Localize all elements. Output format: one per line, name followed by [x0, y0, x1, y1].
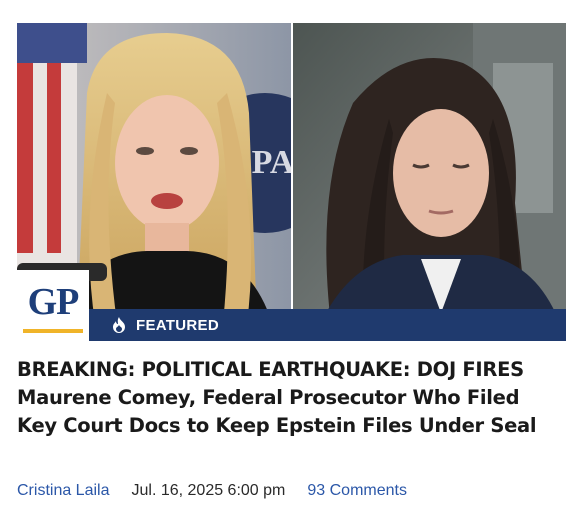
article-card[interactable]: EPA GP FEATURED BREAKING: POLITICAL EART… — [0, 0, 576, 520]
article-image[interactable]: EPA — [17, 23, 566, 341]
article-meta: Cristina Laila Jul. 16, 2025 6:00 pm 93 … — [17, 480, 407, 502]
site-logo[interactable]: GP — [17, 270, 89, 341]
photo-right — [293, 23, 566, 341]
logo-accent-bar — [23, 329, 83, 333]
fire-icon — [111, 316, 127, 334]
featured-label: FEATURED — [136, 316, 219, 334]
author-link[interactable]: Cristina Laila — [17, 482, 109, 500]
article-headline[interactable]: BREAKING: POLITICAL EARTHQUAKE: DOJ FIRE… — [17, 356, 562, 440]
publish-date: Jul. 16, 2025 6:00 pm — [131, 482, 286, 499]
featured-badge: FEATURED — [89, 309, 566, 341]
comments-link[interactable]: 93 Comments — [307, 482, 407, 500]
logo-text: GP — [27, 280, 80, 323]
